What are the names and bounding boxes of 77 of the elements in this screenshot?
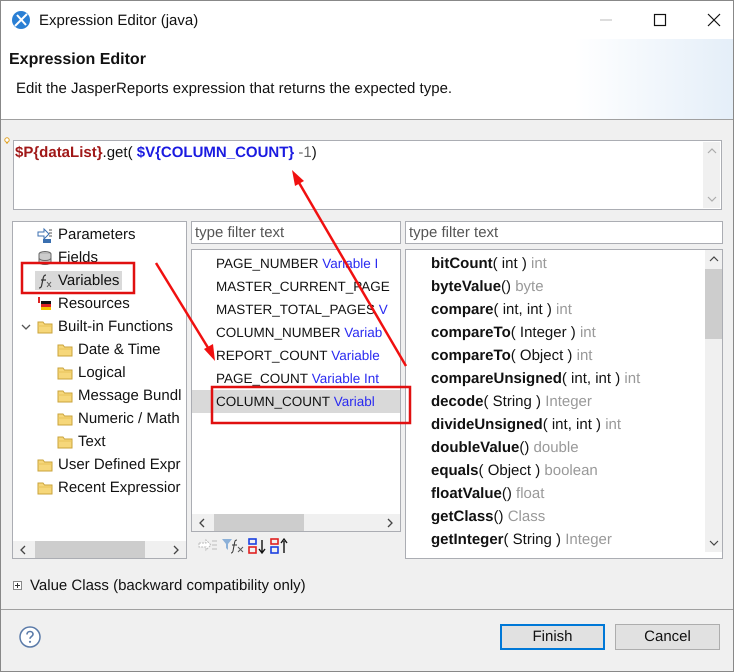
flag-icon	[37, 296, 53, 312]
tree-item[interactable]: User Defined Expr	[35, 455, 184, 474]
expression-token: -1	[297, 144, 312, 161]
help-icon[interactable]	[19, 626, 41, 648]
scrollbar-thumb[interactable]	[35, 541, 145, 558]
scroll-right-icon[interactable]	[172, 544, 180, 554]
function-item[interactable]: compare( int, int ) int	[431, 298, 705, 321]
dialog-description: Edit the JasperReports expression that returns the expected type.	[16, 80, 454, 97]
function-item[interactable]: getClass() Class	[431, 505, 705, 528]
tree-item[interactable]: Recent Expressior	[35, 478, 184, 497]
tree-item[interactable]: Text	[55, 432, 109, 451]
tree-item[interactable]: Date & Time	[55, 340, 164, 359]
filter-function-icon[interactable]	[221, 537, 245, 555]
close-icon[interactable]	[707, 13, 721, 27]
filter-field[interactable]: type filter text	[405, 221, 723, 244]
app-icon	[11, 10, 31, 30]
tree-item[interactable]: Resources	[35, 294, 133, 313]
database-icon	[37, 250, 53, 266]
section-label: Value Class (backward compatibility only)	[30, 576, 306, 594]
expression-token: $P{dataList}	[15, 144, 103, 161]
variable-item[interactable]: COLUMN_COUNT Variabl	[192, 390, 400, 413]
tree-item[interactable]: Logical	[55, 363, 129, 382]
tree-item[interactable]: Message Bundl	[55, 386, 184, 405]
scroll-down-icon[interactable]	[708, 539, 718, 547]
parameters-icon	[37, 226, 53, 242]
sort-ascending-icon[interactable]	[247, 537, 267, 555]
function-item[interactable]: floatValue() float	[431, 482, 705, 505]
function-item[interactable]: doubleValue() double	[431, 436, 705, 459]
expand-icon[interactable]	[13, 580, 22, 590]
scroll-up-icon[interactable]	[708, 255, 718, 263]
variable-item[interactable]: REPORT_COUNT Variable	[192, 344, 400, 367]
horizontal-scrollbar[interactable]	[13, 541, 186, 558]
tree-item[interactable]: Built-in Functions	[35, 317, 176, 336]
tree-item[interactable]: Parameters	[35, 225, 139, 244]
scroll-left-icon[interactable]	[198, 518, 206, 528]
dialog-button[interactable]: Cancel	[615, 624, 720, 650]
folder-icon	[37, 318, 53, 334]
variable-item[interactable]: PAGE_COUNT Variable Int	[192, 367, 400, 390]
dialog-button[interactable]: Finish	[500, 624, 605, 650]
lightbulb-icon	[4, 137, 10, 145]
function-item[interactable]: compareTo( Integer ) int	[431, 321, 705, 344]
scroll-right-icon[interactable]	[386, 518, 394, 528]
vertical-scrollbar[interactable]	[705, 250, 722, 552]
maximize-icon[interactable]	[653, 13, 667, 27]
folder-icon	[57, 342, 73, 358]
expression-editor[interactable]: $P{dataList}.get( $V{COLUMN_COUNT} -1)	[13, 140, 722, 210]
function-item[interactable]: compareUnsigned( int, int ) int	[431, 367, 705, 390]
filter-field[interactable]: type filter text	[191, 221, 401, 244]
folder-icon	[57, 410, 73, 426]
function-item[interactable]: decode( String ) Integer	[431, 390, 705, 413]
tree-item[interactable]: Variables	[35, 271, 122, 290]
function-item[interactable]: bitCount( int ) int	[431, 252, 705, 275]
function-item[interactable]: byteValue() byte	[431, 275, 705, 298]
window-title: Expression Editor (java)	[39, 12, 198, 28]
folder-icon	[57, 388, 73, 404]
sort-descending-icon[interactable]	[269, 537, 289, 555]
tree-item[interactable]: Fields	[35, 248, 102, 267]
function-item[interactable]: getInteger( String ) Integer	[431, 528, 705, 551]
folder-icon	[57, 364, 73, 380]
horizontal-scrollbar[interactable]	[192, 514, 400, 531]
scroll-left-icon[interactable]	[19, 544, 27, 554]
expression-token: )	[312, 144, 317, 161]
scrollbar-thumb[interactable]	[705, 269, 722, 339]
scrollbar-thumb[interactable]	[214, 514, 304, 531]
tree-item[interactable]: Numeric / Math	[55, 409, 183, 428]
function-item[interactable]: divideUnsigned( int, int ) int	[431, 413, 705, 436]
function-item[interactable]: equals( Object ) boolean	[431, 459, 705, 482]
expression-token: .get(	[102, 144, 134, 161]
function-icon	[37, 272, 53, 288]
folder-icon	[37, 456, 53, 472]
variable-item[interactable]: COLUMN_NUMBER Variab	[192, 321, 400, 344]
expression-token: $V{COLUMN_COUNT}	[136, 144, 294, 161]
function-item[interactable]: compareTo( Object ) int	[431, 344, 705, 367]
collapse-chevron-icon[interactable]	[21, 322, 31, 332]
dialog-title: Expression Editor	[9, 51, 147, 69]
folder-icon	[57, 434, 73, 450]
folder-icon	[37, 480, 53, 496]
